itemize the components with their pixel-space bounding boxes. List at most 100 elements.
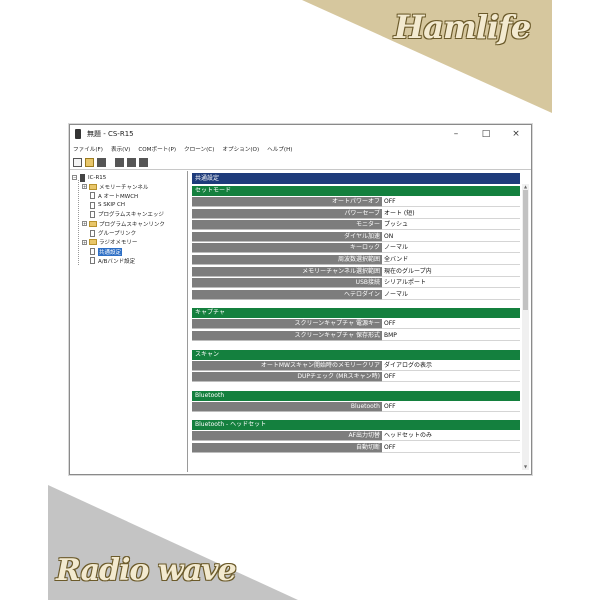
setting-row[interactable]: オートパワーオフ OFF bbox=[192, 197, 520, 207]
hamlife-logo: Hamlife bbox=[394, 8, 531, 46]
tree-item[interactable]: + プログラムスキャンリンク bbox=[82, 219, 165, 228]
settings-pane: 共通設定 セットモード オートパワーオフ OFF パワーセーブ オート (短) モニタープ… bbox=[189, 171, 530, 472]
expand-icon[interactable]: + bbox=[82, 184, 87, 189]
setting-row[interactable]: パワーセーブ オート (短) bbox=[192, 208, 520, 219]
tree-item-label: S SKIP CH bbox=[98, 202, 126, 209]
setting-row[interactable]: メモリーチャンネル選択範囲 現在のグループ内 bbox=[192, 266, 520, 277]
tree-item-label: プログラムスキャンエッジ bbox=[98, 212, 164, 219]
setting-row[interactable]: ヘテロダイン ノーマル bbox=[192, 289, 520, 300]
write-radio-icon[interactable] bbox=[127, 157, 136, 167]
menu-help[interactable]: ヘルプ(H) bbox=[267, 145, 292, 153]
doc-icon bbox=[90, 257, 95, 265]
folder-icon bbox=[89, 239, 97, 246]
menu-options[interactable]: オプション(O) bbox=[222, 145, 259, 153]
tree-item[interactable]: A/Bバンド設定 bbox=[82, 256, 135, 265]
read-radio-icon[interactable] bbox=[115, 157, 124, 167]
clone-icon[interactable] bbox=[139, 157, 148, 167]
section-header: セットモード bbox=[192, 186, 520, 196]
scroll-down-icon[interactable]: ▼ bbox=[522, 464, 529, 470]
expand-icon[interactable]: + bbox=[82, 221, 87, 227]
menu-view[interactable]: 表示(V) bbox=[111, 145, 130, 153]
radio-wave-logo: Radio wave bbox=[56, 553, 237, 588]
tree-item[interactable]: S SKIP CH bbox=[82, 201, 125, 210]
setting-value[interactable]: プッシュ bbox=[382, 220, 520, 231]
tree-root[interactable]: − IC-R15 bbox=[72, 173, 106, 182]
setting-row[interactable]: DUPチェック (MRスキャン時) OFF bbox=[192, 372, 520, 383]
setting-value[interactable]: OFF bbox=[382, 443, 520, 453]
tree-view: − IC-R15 + メモリーチャンネル A オートMWCH S SKIP CH プログ… bbox=[70, 171, 188, 472]
expand-icon[interactable]: + bbox=[82, 239, 87, 245]
tree-item[interactable]: + ラジオメモリー bbox=[82, 238, 137, 247]
tree-item-label: A/Bバンド設定 bbox=[98, 258, 136, 265]
menu-clone[interactable]: クローン(C) bbox=[184, 145, 214, 153]
setting-value[interactable]: OFF bbox=[382, 197, 520, 207]
setting-value[interactable]: OFF bbox=[382, 319, 520, 330]
setting-value[interactable]: ヘッドセットのみ bbox=[382, 431, 520, 442]
setting-value[interactable]: ON bbox=[382, 231, 520, 242]
new-icon[interactable] bbox=[73, 157, 82, 167]
tree-item-label: プログラムスキャンリンク bbox=[99, 221, 165, 228]
setting-value[interactable]: BMP bbox=[382, 331, 520, 341]
setting-value[interactable]: OFF bbox=[382, 401, 520, 412]
setting-label: モニター bbox=[192, 220, 382, 231]
scroll-thumb[interactable] bbox=[523, 190, 528, 310]
setting-row[interactable]: モニター プッシュ bbox=[192, 220, 520, 231]
setting-label: 自動切断 bbox=[192, 443, 382, 453]
tree-item[interactable]: グループリンク bbox=[82, 229, 136, 238]
tree-item[interactable]: + メモリーチャンネル bbox=[82, 182, 148, 191]
setting-value[interactable]: ノーマル bbox=[382, 289, 520, 300]
tree-item-label: 共通設定 bbox=[98, 247, 123, 256]
tree-item[interactable]: 共通設定 bbox=[82, 247, 123, 256]
setting-label: メモリーチャンネル選択範囲 bbox=[192, 266, 382, 277]
menu-file[interactable]: ファイル(F) bbox=[73, 145, 103, 153]
setting-value[interactable]: ノーマル bbox=[382, 243, 520, 254]
setting-value[interactable]: ダイアログの表示 bbox=[382, 360, 520, 371]
setting-row[interactable]: ダイヤル加速 ON bbox=[192, 231, 520, 242]
tree-item[interactable]: A オートMWCH bbox=[82, 191, 138, 200]
setting-value[interactable]: OFF bbox=[382, 372, 520, 383]
close-button[interactable]: × bbox=[501, 125, 531, 143]
tree-item-label: メモリーチャンネル bbox=[99, 184, 149, 191]
doc-icon bbox=[90, 201, 95, 209]
collapse-icon[interactable]: − bbox=[72, 175, 77, 180]
setting-row[interactable]: キーロック ノーマル bbox=[192, 243, 520, 254]
setting-label: キーロック bbox=[192, 243, 382, 254]
setting-value[interactable]: 現在のグループ内 bbox=[382, 266, 520, 277]
setting-row[interactable]: 自動切断 OFF bbox=[192, 443, 520, 453]
tree-root-label: IC-R15 bbox=[88, 174, 107, 181]
tree-item[interactable]: プログラムスキャンエッジ bbox=[82, 210, 164, 219]
title-bar: 無題 - CS-R15 – □ × bbox=[70, 125, 531, 143]
pane-header: 共通設定 bbox=[192, 173, 520, 184]
setting-label: スクリーンキャプチャ 保存形式 bbox=[192, 331, 382, 341]
tree-item-label: A オートMWCH bbox=[98, 193, 139, 200]
setting-value[interactable]: オート (短) bbox=[382, 208, 520, 219]
section-header: Bluetooth - ヘッドセット bbox=[192, 420, 520, 431]
setting-value[interactable]: 全バンド bbox=[382, 255, 520, 265]
doc-icon bbox=[90, 210, 95, 218]
setting-label: パワーセーブ bbox=[192, 208, 382, 219]
open-icon[interactable] bbox=[85, 157, 94, 167]
setting-row[interactable]: オートMWスキャン開始時のメモリークリア ダイアログの表示 bbox=[192, 360, 520, 371]
doc-icon bbox=[90, 248, 95, 256]
setting-row[interactable]: 周波数選択範囲 全バンド bbox=[192, 255, 520, 265]
setting-value[interactable]: シリアルポート bbox=[382, 278, 520, 289]
toolbar bbox=[70, 155, 531, 170]
setting-label: 周波数選択範囲 bbox=[192, 255, 382, 265]
section-header: Bluetooth bbox=[192, 390, 520, 401]
setting-row[interactable]: USB接続 シリアルポート bbox=[192, 278, 520, 289]
setting-label: USB接続 bbox=[192, 278, 382, 289]
setting-row[interactable]: Bluetooth OFF bbox=[192, 401, 520, 412]
section-header: キャプチャ bbox=[192, 308, 520, 319]
folder-icon bbox=[89, 183, 97, 190]
doc-icon bbox=[90, 192, 95, 200]
setting-row[interactable]: AF出力切替 ヘッドセットのみ bbox=[192, 431, 520, 442]
maximize-button[interactable]: □ bbox=[471, 125, 501, 143]
setting-row[interactable]: スクリーンキャプチャ 保存形式 BMP bbox=[192, 331, 520, 341]
setting-label: Bluetooth bbox=[192, 401, 382, 412]
menu-com-port[interactable]: COMポート(P) bbox=[138, 145, 176, 153]
vertical-scrollbar[interactable]: ▲ ▼ bbox=[522, 184, 529, 470]
minimize-button[interactable]: – bbox=[441, 125, 471, 143]
save-icon[interactable] bbox=[97, 157, 106, 167]
setting-row[interactable]: スクリーンキャプチャ 電源キー OFF bbox=[192, 319, 520, 330]
app-icon bbox=[75, 129, 81, 139]
